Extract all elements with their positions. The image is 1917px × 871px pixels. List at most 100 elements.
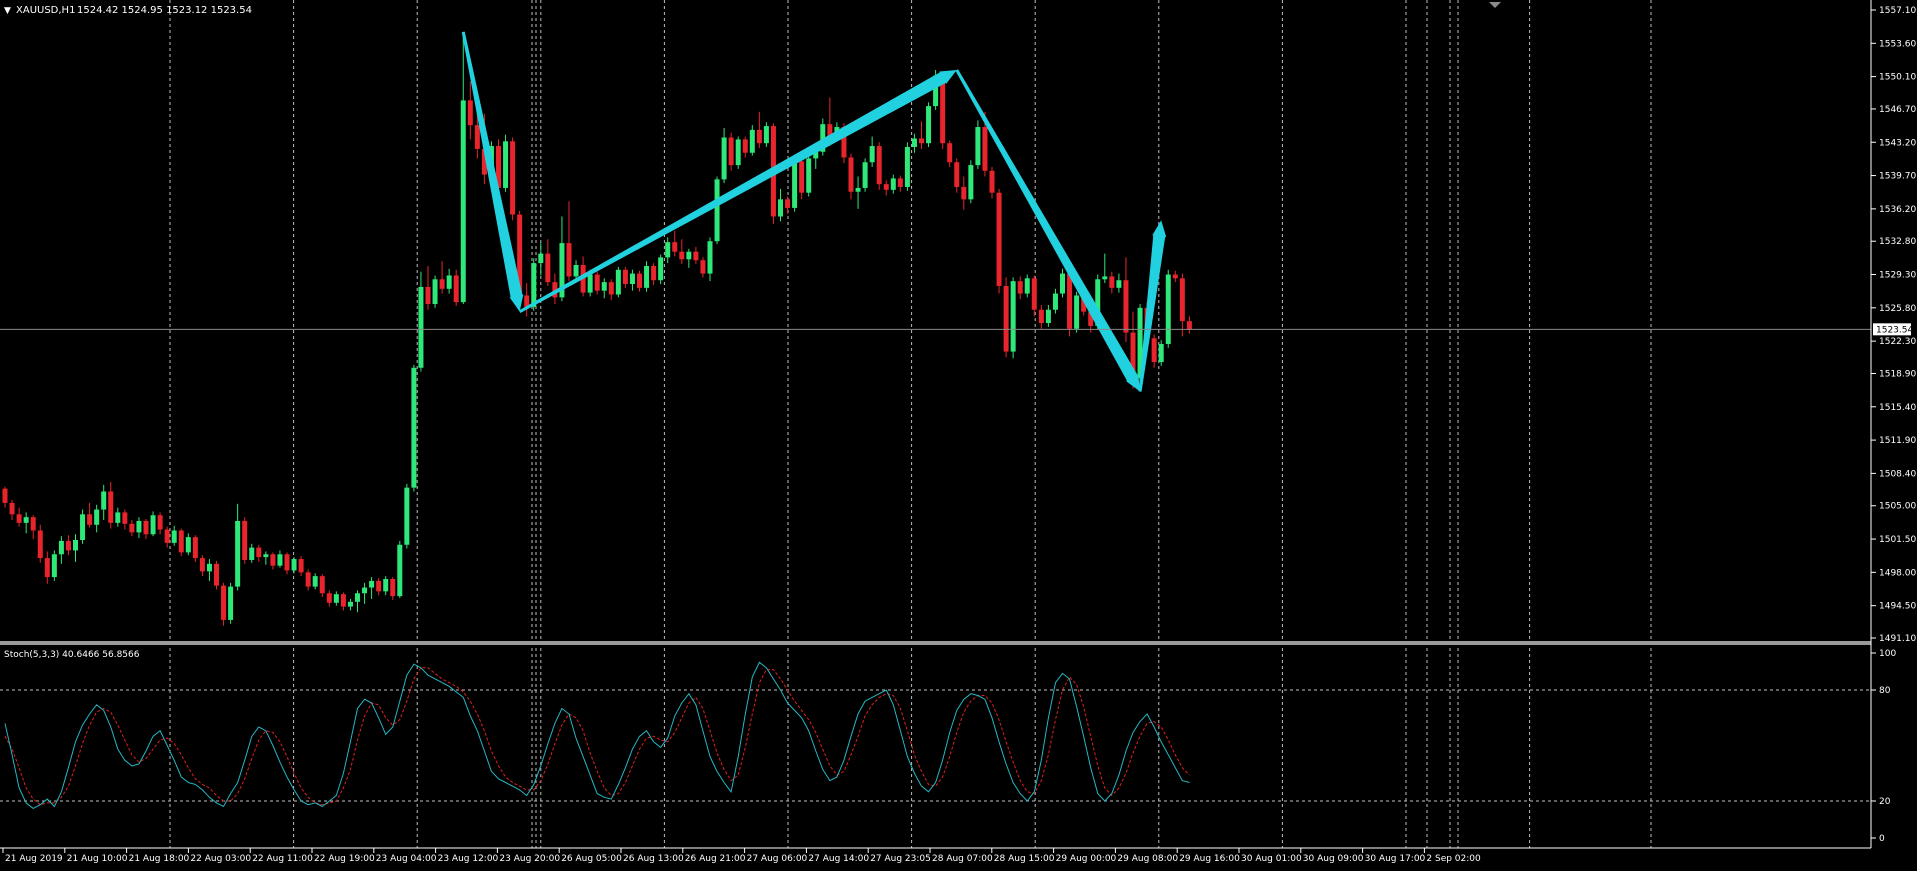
indicator-tick-label: 20	[1879, 797, 1891, 807]
candle-body	[686, 251, 692, 260]
candle-body	[411, 367, 417, 488]
candle-body	[270, 554, 276, 566]
time-tick-label: 22 Aug 03:00	[190, 854, 251, 864]
candle-body	[192, 537, 198, 559]
candle-body	[700, 260, 706, 274]
candle-body	[728, 137, 734, 166]
candle-body	[968, 165, 974, 200]
candle-body	[707, 241, 713, 274]
time-tick-label: 30 Aug 17:00	[1365, 854, 1426, 864]
mt4-chart-window[interactable]: ▼ XAUUSD,H1 1524.42 1524.95 1523.12 1523…	[0, 0, 1917, 867]
price-tick-label: 1543.20	[1879, 138, 1916, 148]
candle-body	[404, 487, 410, 545]
candle-body	[80, 514, 86, 540]
candle-body	[362, 587, 368, 594]
candle-body	[573, 265, 579, 277]
candle-body	[545, 253, 551, 283]
candle-body	[101, 491, 107, 510]
candle-body	[890, 178, 896, 190]
candle-body	[1186, 321, 1192, 330]
candle-body	[947, 143, 953, 163]
price-tick-label: 1525.80	[1879, 304, 1916, 314]
candle-body	[206, 563, 212, 572]
candle-body	[679, 251, 685, 260]
candle-body	[333, 594, 339, 603]
candle-body	[44, 558, 50, 578]
candle-body	[714, 179, 720, 242]
candle-body	[256, 547, 262, 558]
candle-body	[848, 157, 854, 192]
candle-body	[876, 146, 882, 185]
candle-body	[122, 512, 128, 524]
indicator-separator[interactable]	[0, 641, 1871, 645]
price-tick-label: 1498.00	[1879, 568, 1916, 578]
candle-body	[228, 586, 234, 620]
symbol-header[interactable]: ▼ XAUUSD,H1 1524.42 1524.95 1523.12 1523…	[4, 5, 252, 16]
candle-body	[665, 242, 671, 258]
candle-body	[30, 517, 36, 531]
time-tick-label: 29 Aug 16:00	[1179, 854, 1240, 864]
candle-body	[369, 580, 375, 588]
candle-body	[1172, 274, 1178, 279]
candle-body	[1038, 309, 1044, 324]
time-tick-label: 27 Aug 06:00	[747, 854, 808, 864]
price-tick-label: 1539.70	[1879, 172, 1916, 182]
candle-body	[756, 129, 762, 144]
price-tick-label: 1501.50	[1879, 535, 1916, 545]
candle-body	[108, 491, 114, 523]
price-tick-label: 1536.20	[1879, 205, 1916, 215]
price-tick-label: 1518.90	[1879, 369, 1916, 379]
candle-body	[355, 593, 360, 602]
candle-body	[418, 286, 424, 368]
time-tick-label: 21 Aug 10:00	[67, 854, 128, 864]
candle-body	[37, 530, 43, 559]
candle-body	[1158, 343, 1164, 363]
candle-body	[989, 170, 995, 193]
candle-body	[214, 563, 219, 586]
indicator-tick-label: 0	[1879, 834, 1885, 844]
symbol-menu-icon[interactable]: ▼	[4, 6, 11, 16]
candle-body	[919, 138, 924, 144]
time-tick-label: 2 Sep 02:00	[1426, 854, 1481, 864]
candle-body	[587, 274, 593, 293]
candle-body	[1024, 278, 1030, 294]
candle-body	[185, 537, 191, 553]
candle-body	[792, 161, 798, 208]
candle-body	[799, 161, 805, 193]
candle-body	[242, 520, 248, 560]
candle-body	[263, 554, 269, 558]
candle-body	[249, 547, 255, 560]
candle-body	[742, 139, 748, 153]
time-tick-label: 22 Aug 11:00	[252, 854, 313, 864]
candle-body	[199, 558, 205, 572]
candle-body	[735, 139, 741, 166]
time-tick-label: 29 Aug 00:00	[1056, 854, 1117, 864]
candle-body	[446, 275, 452, 289]
candle-body	[926, 106, 932, 144]
candle-body	[1151, 338, 1157, 363]
candle-body	[763, 126, 769, 144]
candle-body	[637, 273, 642, 288]
price-tick-label: 1546.70	[1879, 105, 1916, 115]
candle-body	[721, 137, 727, 180]
chart-canvas[interactable]: ▼ XAUUSD,H1 1524.42 1524.95 1523.12 1523…	[0, 0, 1917, 867]
indicator-tick-label: 100	[1879, 649, 1896, 659]
candle-body	[439, 279, 445, 289]
candle-body	[855, 187, 861, 192]
current-price-label: 1523.54	[1876, 325, 1913, 335]
candle-body	[2, 488, 8, 503]
candle-body	[425, 286, 431, 305]
price-tick-label: 1515.40	[1879, 403, 1916, 413]
candle-body	[615, 269, 621, 295]
candle-body	[1109, 276, 1115, 288]
candle-body	[904, 147, 910, 187]
candle-body	[1060, 273, 1065, 294]
price-tick-label: 1550.10	[1879, 73, 1916, 83]
time-tick-label: 23 Aug 12:00	[438, 854, 499, 864]
price-tick-label: 1557.10	[1879, 6, 1916, 16]
candle-body	[594, 274, 600, 291]
candle-body	[778, 199, 783, 217]
time-tick-label: 23 Aug 04:00	[376, 854, 437, 864]
candle-body	[319, 576, 325, 594]
price-tick-label: 1553.60	[1879, 39, 1916, 49]
